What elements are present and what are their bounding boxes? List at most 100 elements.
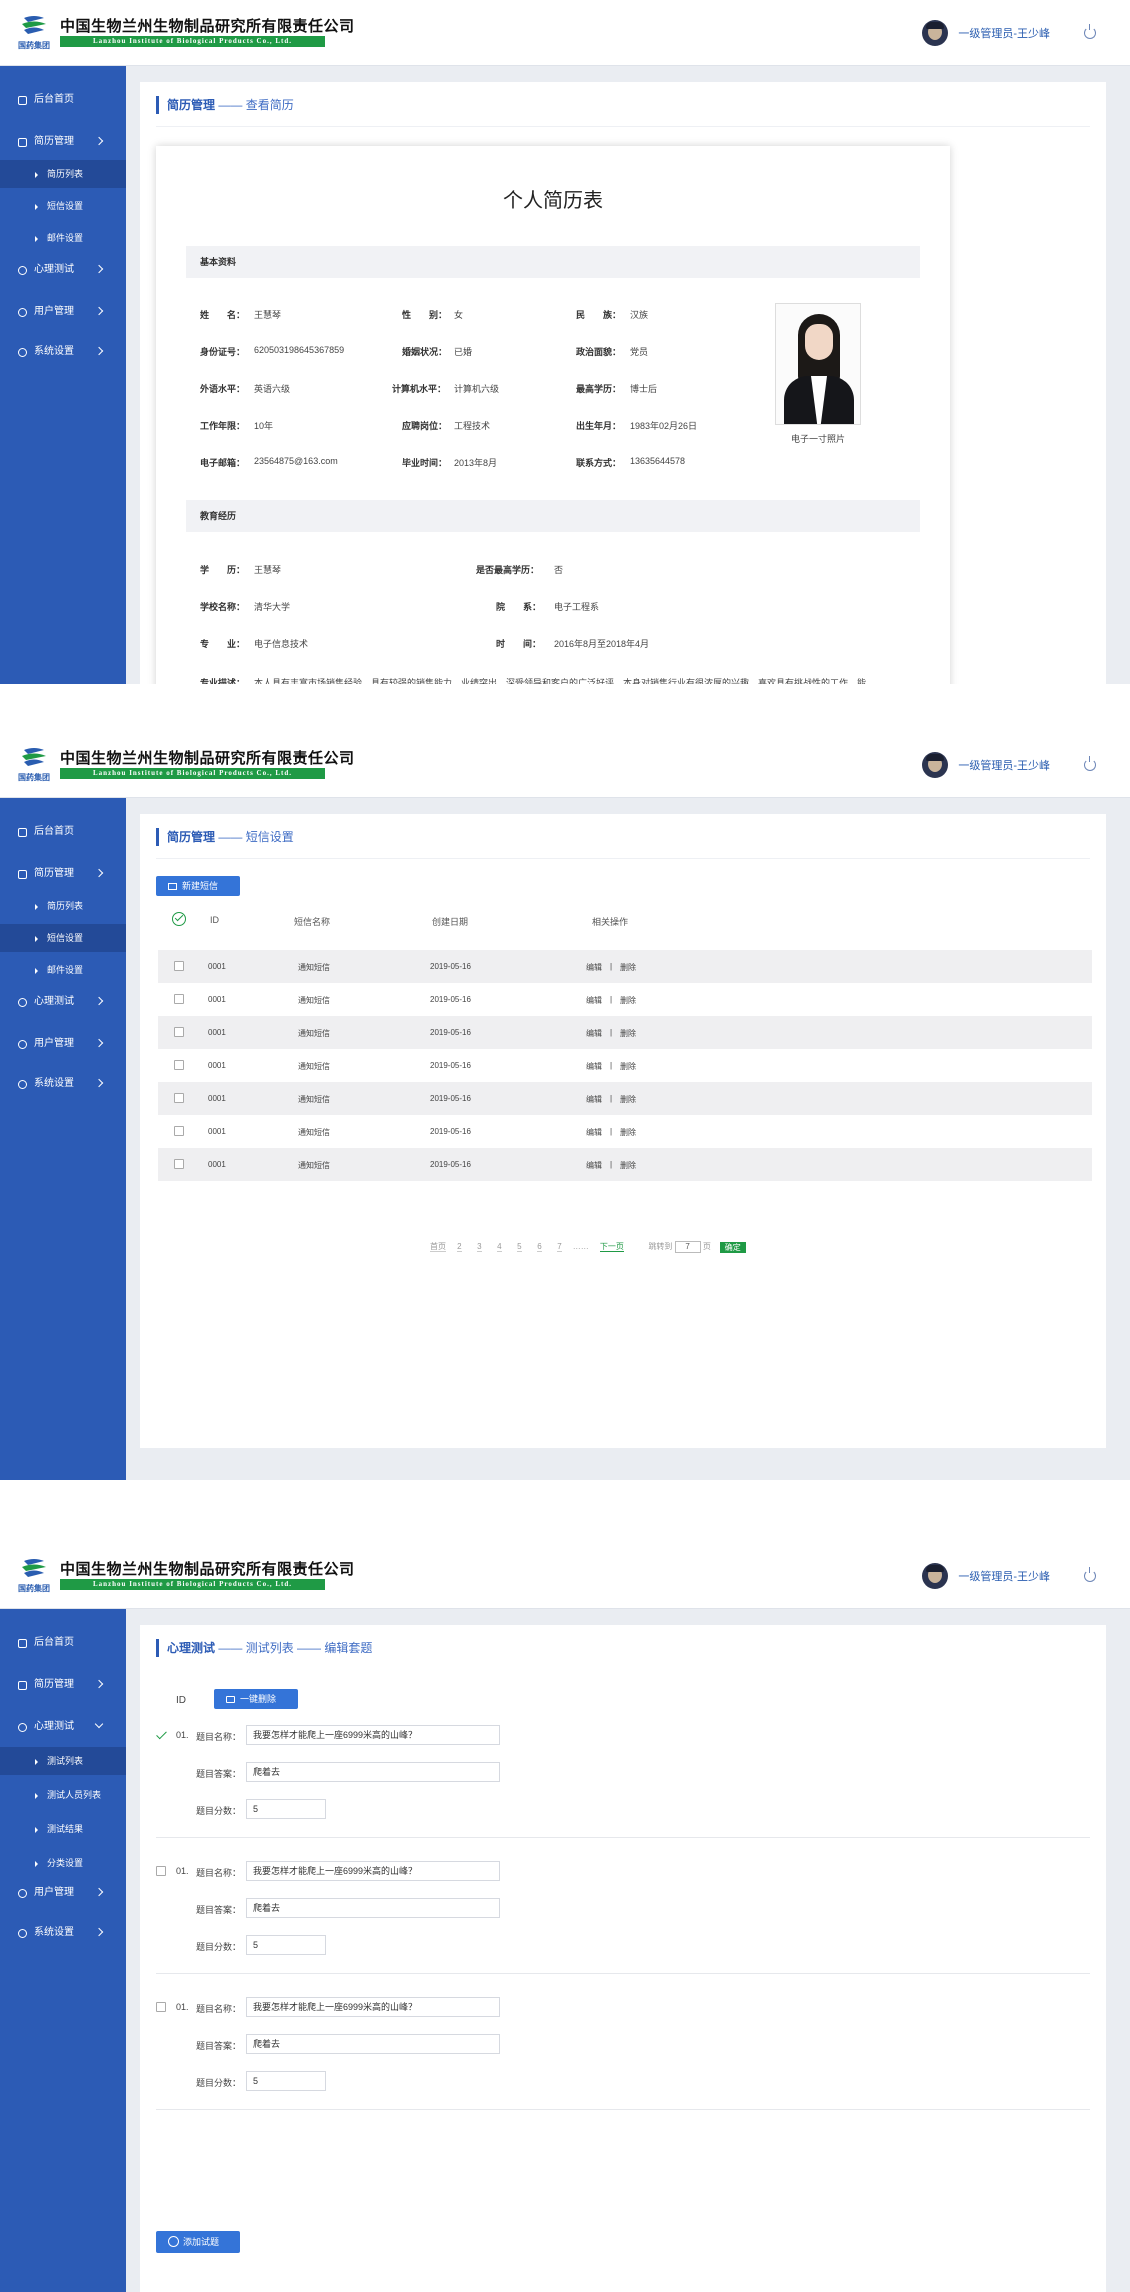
company-logo[interactable]: 国药集团 中国生物兰州生物制品研究所有限责任公司 Lanzhou Institu… xyxy=(18,12,354,52)
column-header-id[interactable]: ID xyxy=(210,915,219,925)
question-checkbox[interactable] xyxy=(156,1730,166,1740)
row-checkbox[interactable] xyxy=(174,1060,184,1070)
breadcrumb-main[interactable]: 简历管理 xyxy=(167,830,215,844)
sidebar-item-psych[interactable]: 心理测试 xyxy=(0,988,126,1016)
delete-all-button[interactable]: 一键删除 xyxy=(214,1689,298,1709)
sidebar-item-home[interactable]: 后台首页 xyxy=(0,818,126,846)
edit-link[interactable]: 编辑 xyxy=(586,1160,602,1171)
sidebar-item-users[interactable]: 用户管理 xyxy=(0,298,126,326)
power-icon[interactable] xyxy=(1084,756,1096,771)
breadcrumb-main[interactable]: 心理测试 xyxy=(167,1641,215,1655)
question-score-input[interactable]: 5 xyxy=(246,2071,326,2091)
edit-link[interactable]: 编辑 xyxy=(586,1127,602,1138)
sidebar-item-category[interactable]: 分类设置 xyxy=(0,1849,126,1877)
delete-link[interactable]: 删除 xyxy=(620,1028,636,1039)
sidebar-item-resume[interactable]: 简历管理 xyxy=(0,128,126,156)
edit-link[interactable]: 编辑 xyxy=(586,962,602,973)
edit-link[interactable]: 编辑 xyxy=(586,1094,602,1105)
sidebar-item-resume-list[interactable]: 简历列表 xyxy=(0,160,126,188)
question-score-input[interactable]: 5 xyxy=(246,1935,326,1955)
company-logo[interactable]: 国药集团 中国生物兰州生物制品研究所有限责任公司 Lanzhou Institu… xyxy=(18,744,354,784)
page-next-link[interactable]: 下一页 xyxy=(599,1242,624,1253)
page-first-link[interactable]: 首页 xyxy=(430,1242,446,1253)
sidebar-item-system[interactable]: 系统设置 xyxy=(0,338,126,366)
table-row[interactable]: 0001 通知短信 2019-05-16 编辑 | 删除 xyxy=(158,1148,1092,1181)
sidebar-item-mail[interactable]: 邮件设置 xyxy=(0,956,126,984)
sidebar-item-home[interactable]: 后台首页 xyxy=(0,1629,126,1657)
question-score-input[interactable]: 5 xyxy=(246,1799,326,1819)
sidebar-item-test-result[interactable]: 测试结果 xyxy=(0,1815,126,1843)
column-header-name[interactable]: 短信名称 xyxy=(294,915,330,928)
table-row[interactable]: 0001 通知短信 2019-05-16 编辑 | 删除 xyxy=(158,1115,1092,1148)
sidebar-item-resume-list[interactable]: 简历列表 xyxy=(0,892,126,920)
breadcrumb-main[interactable]: 简历管理 xyxy=(167,98,215,112)
select-all-checkbox[interactable] xyxy=(172,912,186,926)
company-logo[interactable]: 国药集团 中国生物兰州生物制品研究所有限责任公司 Lanzhou Institu… xyxy=(18,1555,354,1595)
sidebar-item-system[interactable]: 系统设置 xyxy=(0,1070,126,1098)
page-link[interactable]: 4 xyxy=(497,1242,502,1253)
row-checkbox[interactable] xyxy=(174,1027,184,1037)
question-name-input[interactable]: 我要怎样才能爬上一座6999米高的山峰？ xyxy=(246,1725,500,1745)
sidebar-item-resume[interactable]: 简历管理 xyxy=(0,1671,126,1699)
table-row[interactable]: 0001 通知短信 2019-05-16 编辑 | 删除 xyxy=(158,983,1092,1016)
sidebar-item-sms[interactable]: 短信设置 xyxy=(0,192,126,220)
avatar[interactable] xyxy=(922,1563,949,1589)
page-link[interactable]: 5 xyxy=(517,1242,522,1253)
question-answer-input[interactable]: 爬着去 xyxy=(246,1762,500,1782)
new-sms-button[interactable]: 新建短信 xyxy=(156,876,240,896)
sidebar-item-home[interactable]: 后台首页 xyxy=(0,86,126,114)
page-link[interactable]: 3 xyxy=(477,1242,482,1253)
sidebar-item-psych[interactable]: 心理测试 xyxy=(0,256,126,284)
sidebar-item-test-people[interactable]: 测试人员列表 xyxy=(0,1781,126,1809)
row-checkbox[interactable] xyxy=(174,1159,184,1169)
breadcrumb-mid[interactable]: —— 测试列表 xyxy=(218,1641,293,1655)
delete-link[interactable]: 删除 xyxy=(620,1127,636,1138)
row-checkbox[interactable] xyxy=(174,1126,184,1136)
user-name[interactable]: 一级管理员-王少峰 xyxy=(958,1568,1050,1584)
avatar[interactable] xyxy=(922,20,949,46)
delete-link[interactable]: 删除 xyxy=(620,995,636,1006)
question-answer-input[interactable]: 爬着去 xyxy=(246,1898,500,1918)
page-link[interactable]: 6 xyxy=(537,1242,542,1253)
sidebar-item-psych[interactable]: 心理测试 xyxy=(0,1713,126,1741)
power-icon[interactable] xyxy=(1084,24,1096,39)
question-name-input[interactable]: 我要怎样才能爬上一座6999米高的山峰？ xyxy=(246,1861,500,1881)
table-row[interactable]: 0001 通知短信 2019-05-16 编辑 | 删除 xyxy=(158,1016,1092,1049)
table-row[interactable]: 0001 通知短信 2019-05-16 编辑 | 删除 xyxy=(158,950,1092,983)
column-header-actions[interactable]: 相关操作 xyxy=(592,915,628,928)
table-row[interactable]: 0001 通知短信 2019-05-16 编辑 | 删除 xyxy=(158,1082,1092,1115)
row-checkbox[interactable] xyxy=(174,1093,184,1103)
edit-link[interactable]: 编辑 xyxy=(586,1061,602,1072)
sidebar-item-test-list[interactable]: 测试列表 xyxy=(0,1747,126,1775)
column-header-date[interactable]: 创建日期 xyxy=(432,915,468,928)
jump-page-input[interactable]: 7 xyxy=(674,1241,701,1253)
page-link[interactable]: 7 xyxy=(557,1242,562,1253)
avatar[interactable] xyxy=(922,752,949,778)
question-name-input[interactable]: 我要怎样才能爬上一座6999米高的山峰？ xyxy=(246,1997,500,2017)
sidebar-item-users[interactable]: 用户管理 xyxy=(0,1879,126,1907)
question-answer-input[interactable]: 爬着去 xyxy=(246,2034,500,2054)
delete-link[interactable]: 删除 xyxy=(620,1094,636,1105)
question-checkbox[interactable] xyxy=(156,2002,166,2012)
power-icon[interactable] xyxy=(1084,1567,1096,1582)
jump-confirm-button[interactable]: 确定 xyxy=(719,1241,746,1253)
delete-link[interactable]: 删除 xyxy=(620,1061,636,1072)
sidebar-item-system[interactable]: 系统设置 xyxy=(0,1919,126,1947)
user-name[interactable]: 一级管理员-王少峰 xyxy=(958,757,1050,773)
row-checkbox[interactable] xyxy=(174,961,184,971)
delete-link[interactable]: 删除 xyxy=(620,962,636,973)
sidebar-item-users[interactable]: 用户管理 xyxy=(0,1030,126,1058)
political-label: 政治面貌： xyxy=(576,347,622,357)
table-row[interactable]: 0001 通知短信 2019-05-16 编辑 | 删除 xyxy=(158,1049,1092,1082)
user-name[interactable]: 一级管理员-王少峰 xyxy=(958,25,1050,41)
edit-link[interactable]: 编辑 xyxy=(586,1028,602,1039)
sidebar-item-mail[interactable]: 邮件设置 xyxy=(0,224,126,252)
page-link[interactable]: 2 xyxy=(457,1242,462,1253)
add-question-button[interactable]: 添加试题 xyxy=(156,2231,240,2253)
edit-link[interactable]: 编辑 xyxy=(586,995,602,1006)
question-checkbox[interactable] xyxy=(156,1866,166,1876)
sidebar-item-resume[interactable]: 简历管理 xyxy=(0,860,126,888)
sidebar-item-sms[interactable]: 短信设置 xyxy=(0,924,126,952)
row-checkbox[interactable] xyxy=(174,994,184,1004)
delete-link[interactable]: 删除 xyxy=(620,1160,636,1171)
